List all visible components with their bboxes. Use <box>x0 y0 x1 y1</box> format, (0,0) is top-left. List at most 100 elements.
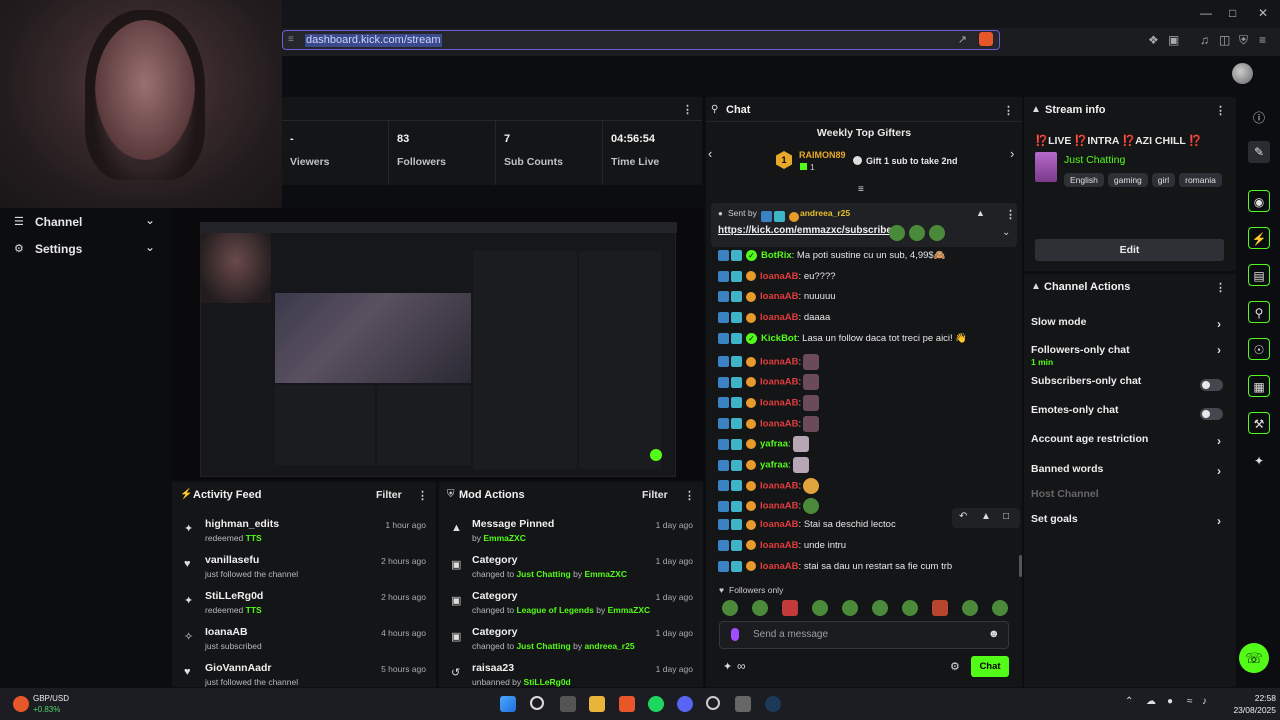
chevron-left-icon[interactable]: ‹ <box>708 146 712 161</box>
emote-frog-icon[interactable] <box>812 600 828 616</box>
chat-username[interactable]: IoanaAB <box>760 356 799 367</box>
list-item[interactable]: ▲ Message Pinned by EmmaZXC 1 day ago <box>439 516 703 552</box>
channel-action-row[interactable]: Followers-only chat 1 min › <box>1031 343 1231 368</box>
channel-action-row[interactable]: Account age restriction › <box>1031 433 1231 457</box>
brave-icon[interactable] <box>619 696 635 712</box>
chevron-right-icon[interactable]: › <box>1010 146 1014 161</box>
chat-message[interactable]: IoanaAB: <box>718 477 1018 498</box>
mod-filter-button[interactable]: Filter <box>642 489 668 501</box>
chevron-down-icon[interactable]: ⌄ <box>1002 227 1010 238</box>
chat-message[interactable]: IoanaAB: <box>718 394 1018 415</box>
list-item[interactable]: ✦ highman_edits redeemed TTS 1 hour ago <box>172 516 436 552</box>
chat-username[interactable]: IoanaAB <box>760 561 799 572</box>
lightning-icon[interactable]: ⚡ <box>1248 227 1270 249</box>
stream-category[interactable]: Just Chatting <box>1064 154 1125 166</box>
close-icon[interactable]: ✕ <box>1258 6 1268 20</box>
chat-message[interactable]: IoanaAB: daaaa <box>718 312 1018 332</box>
edit-stream-button[interactable]: Edit <box>1035 239 1224 261</box>
chat-message[interactable]: yafraa: <box>718 436 1018 456</box>
chat-message[interactable]: IoanaAB: <box>718 374 1018 394</box>
chat-username[interactable]: IoanaAB <box>760 519 799 530</box>
list-item[interactable]: ✧ IoanaAB just subscribed 4 hours ago <box>172 624 436 660</box>
send-chat-button[interactable]: Chat <box>971 656 1009 677</box>
media-icon[interactable]: ♫ <box>1200 33 1209 47</box>
sidebar-icon[interactable]: ◫ <box>1219 33 1230 47</box>
more-icon[interactable]: ⋮ <box>417 489 428 502</box>
obs-icon[interactable] <box>706 696 720 710</box>
emoji-icon[interactable]: ☻ <box>988 628 1000 640</box>
list-item[interactable]: ▣ Category changed to Just Chatting by Emm… <box>439 552 703 588</box>
emote-hat-icon[interactable] <box>932 600 948 616</box>
activity-filter-button[interactable]: Filter <box>376 489 402 501</box>
search-icon[interactable] <box>530 696 544 710</box>
mic-icon[interactable] <box>731 628 739 641</box>
chat-username[interactable]: IoanaAB <box>760 312 799 323</box>
chat-message[interactable]: IoanaAB: stai sa dau un restart sa fie c… <box>718 560 1018 581</box>
discord-icon[interactable] <box>677 696 693 712</box>
chat-message[interactable]: yafraa: <box>718 457 1018 477</box>
delete-icon[interactable]: □ <box>1003 511 1009 522</box>
pinned-by-user[interactable]: andreea_r25 <box>800 208 850 218</box>
task-view-icon[interactable] <box>560 696 576 712</box>
wrench-icon[interactable]: ⚒ <box>1248 412 1270 434</box>
more-icon[interactable]: ⋮ <box>1003 104 1014 117</box>
layout-icon[interactable]: ▦ <box>1248 375 1270 397</box>
nav-settings[interactable]: ⚙ Settings ⌄ <box>0 240 170 260</box>
scroll-filter-icon[interactable]: ≡ <box>858 184 864 195</box>
toggle-switch[interactable] <box>1200 408 1223 420</box>
ticker-pair[interactable]: GBP/USD <box>33 694 69 703</box>
emote-frog-icon[interactable] <box>842 600 858 616</box>
info-icon[interactable]: ⓘ <box>1248 107 1270 129</box>
feed-name[interactable]: StiLLeRg0d <box>205 590 263 602</box>
chat-username[interactable]: yafraa <box>760 460 788 471</box>
chat-username[interactable]: IoanaAB <box>760 271 799 282</box>
more-icon[interactable]: ⋮ <box>1005 208 1016 221</box>
toggle-switch[interactable] <box>1200 379 1223 391</box>
chat-settings-icon[interactable]: ⚙ <box>950 660 960 673</box>
chat-username[interactable]: IoanaAB <box>760 480 799 491</box>
list-item[interactable]: ✦ StiLLeRg0d redeemed TTS 2 hours ago <box>172 588 436 624</box>
site-settings-icon[interactable]: ≡ <box>288 34 294 45</box>
emote-frog-icon[interactable] <box>722 600 738 616</box>
camera-icon[interactable]: ◉ <box>1248 190 1270 212</box>
controller-icon[interactable] <box>735 696 751 712</box>
volume-icon[interactable]: ♪ <box>1202 696 1207 707</box>
mod-highlight-user[interactable]: andreea_r25 <box>584 641 634 651</box>
unpin-icon[interactable]: ▲ <box>976 208 985 218</box>
more-icon[interactable]: ⋮ <box>1215 281 1226 294</box>
broadcast-icon[interactable]: ☉ <box>1248 338 1270 360</box>
chat-message[interactable]: ✓ KickBot: Lasa un follow daca tot treci … <box>718 332 1018 353</box>
points-icon[interactable]: ✦ <box>1248 450 1270 472</box>
chat-bubble-icon[interactable]: ⚲ <box>1248 301 1270 323</box>
channel-action-row[interactable]: Slow mode › <box>1031 316 1231 340</box>
more-icon[interactable]: ⋮ <box>684 489 695 502</box>
minimize-icon[interactable]: — <box>1200 6 1212 20</box>
more-icon[interactable]: ⋮ <box>682 103 693 116</box>
mic-icon[interactable]: ● <box>1167 696 1173 707</box>
file-explorer-icon[interactable] <box>589 696 605 712</box>
menu-icon[interactable]: ≡ <box>1259 33 1266 47</box>
channel-action-row[interactable]: Subscribers-only chat <box>1031 375 1231 399</box>
chat-username[interactable]: KickBot <box>761 333 797 344</box>
feed-name[interactable]: highman_edits <box>205 518 279 530</box>
pencil-icon[interactable]: ✎ <box>1248 141 1270 163</box>
screenshot-icon[interactable]: ▣ <box>1168 33 1179 47</box>
chat-username[interactable]: IoanaAB <box>760 397 799 408</box>
emote-frog-icon[interactable] <box>962 600 978 616</box>
list-item[interactable]: ♥ vanillasefu just followed the channel 2 h… <box>172 552 436 588</box>
pin-icon[interactable]: ▲ <box>981 511 991 522</box>
chat-username[interactable]: IoanaAB <box>760 291 799 302</box>
chat-username[interactable]: IoanaAB <box>760 377 799 388</box>
chat-scrollbar[interactable] <box>1019 555 1022 577</box>
extensions-icon[interactable]: ❖ <box>1148 33 1159 47</box>
reply-icon[interactable]: ↶ <box>959 511 967 522</box>
chat-username[interactable]: IoanaAB <box>760 418 799 429</box>
chevron-up-icon[interactable]: ⌃ <box>1125 696 1133 707</box>
mod-highlight-user[interactable]: EmmaZXC <box>608 605 651 615</box>
steam-icon[interactable] <box>765 696 781 712</box>
wifi-icon[interactable]: ≈ <box>1187 696 1193 707</box>
brave-shield-icon[interactable] <box>979 32 993 46</box>
chat-message[interactable]: IoanaAB: unde intru <box>718 539 1018 560</box>
points-icon[interactable]: ✦ <box>723 660 732 673</box>
feed-name[interactable]: IoanaAB <box>205 626 248 638</box>
